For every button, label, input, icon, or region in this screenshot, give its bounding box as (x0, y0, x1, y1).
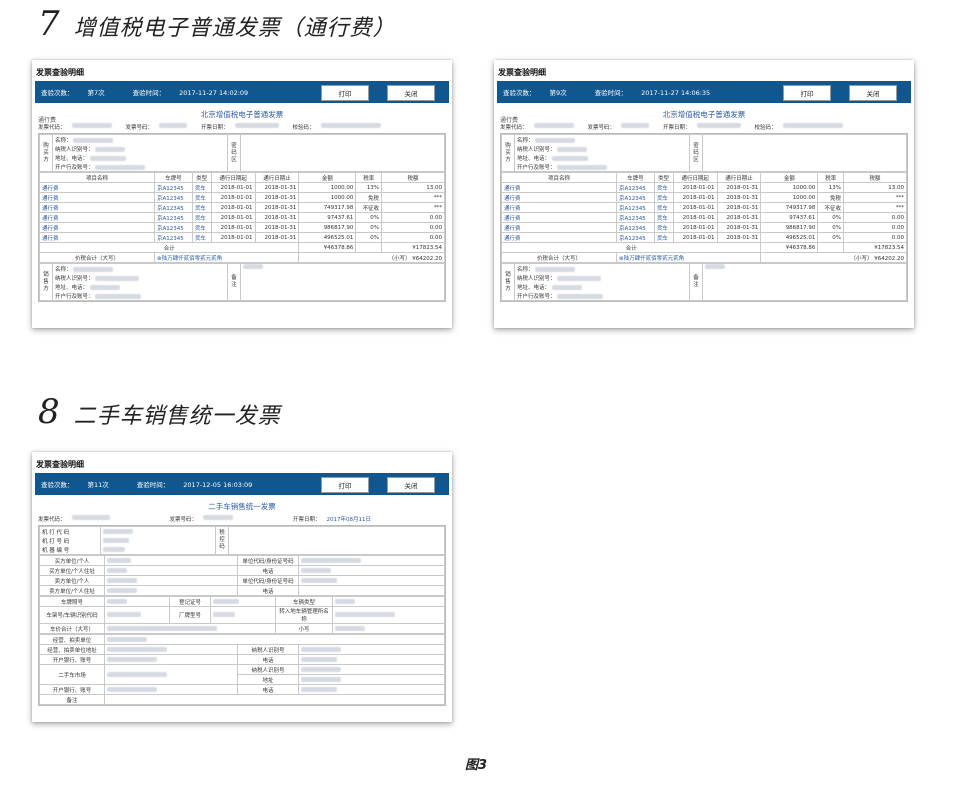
close-button[interactable]: 关闭 (849, 85, 897, 101)
section-number: 8 (38, 392, 60, 432)
query-count: 查验次数： 第11次 (41, 481, 109, 489)
table-row: 通行费 京A12345 货车 2018-01-01 2018-01-31 1000.00 免… (501, 192, 907, 203)
section-heading: 二手车销售统一发票 (73, 404, 281, 429)
total-row: 合计 ¥46378.86 ¥17823.54 (500, 242, 907, 253)
invoice-tag: 通行费 (500, 117, 519, 124)
query-bar: 查验次数： 第9次 查验时间： 2017-11-27 14:06:35 打印 关闭 (497, 81, 911, 103)
query-time: 查验时间： 2017-11-27 14:06:35 (594, 89, 711, 97)
card-header: 发票查验明细 (36, 68, 84, 77)
table-row: 通行费 京A12345 货车 2018-01-01 2018-01-31 986817.9… (39, 222, 445, 233)
section-title-toll: 7 增值税电子普通发票（通行费） (38, 4, 396, 44)
total-row: 合计 ¥46378.86 ¥17823.54 (38, 242, 445, 253)
invoice-meta: 发票代码： 发票号码： 开票日期： 2017年08月11日 (38, 515, 372, 523)
close-button[interactable]: 关闭 (387, 85, 435, 101)
card-header: 发票查验明细 (498, 68, 546, 77)
invoice-table: 购买方 名称： 密码区 纳税人识别号： 地址、电话： 开户行及账号： 项目名称 … (500, 133, 908, 302)
invoice-title: 二手车销售统一发票 (208, 502, 276, 511)
note-label: 备注 (227, 263, 241, 301)
buyer-label: 购买方 (501, 134, 515, 172)
seller-label: 销售方 (501, 263, 515, 301)
query-time: 查验时间： 2017-12-05 16:03:09 (136, 481, 253, 489)
note-label: 备注 (689, 263, 703, 301)
section-title-usedcar: 8 二手车销售统一发票 (38, 392, 281, 432)
print-button[interactable]: 打印 (321, 85, 369, 101)
query-count: 查验次数： 第9次 (503, 89, 567, 97)
toll-invoice-card-1: 发票查验明细 查验次数： 第7次 查验时间： 2017-11-27 14:02:09… (32, 60, 452, 328)
table-row: 通行费 京A12345 货车 2018-01-01 2018-01-31 749317.9… (39, 202, 445, 213)
card-header: 发票查验明细 (36, 460, 84, 469)
table-row: 通行费 京A12345 货车 2018-01-01 2018-01-31 749317.9… (501, 202, 907, 213)
query-bar: 查验次数： 第11次 查验时间： 2017-12-05 16:03:09 打印 关闭 (35, 473, 449, 495)
password-area-label: 密码区 (689, 134, 703, 172)
sum-row: 价税合计（大写） ⊗陆万肆仟贰佰零贰元贰角 （小写） ¥64202.20 (39, 252, 445, 263)
usedcar-table: 机 打 代 码 税控码 机 打 号 码 机 器 编 号 买方单位/个人 单位代码/… (38, 525, 446, 706)
table-row: 通行费 京A12345 货车 2018-01-01 2018-01-31 986817.9… (501, 222, 907, 233)
section-heading: 增值税电子普通发票（通行费） (73, 16, 396, 41)
invoice-meta: 发票代码： 发票号码： 开票日期： 校验码： (494, 120, 914, 133)
sum-row: 价税合计（大写） ⊗陆万肆仟贰佰零贰元贰角 （小写） ¥64202.20 (501, 252, 907, 263)
invoice-title: 北京增值税电子普通发票 (200, 110, 284, 119)
usedcar-invoice-card: 发票查验明细 查验次数： 第11次 查验时间： 2017-12-05 16:03:0… (32, 452, 452, 722)
section-number: 7 (38, 4, 60, 44)
print-button[interactable]: 打印 (321, 477, 369, 493)
table-row: 通行费 京A12345 货车 2018-01-01 2018-01-31 1000.00 1… (39, 182, 445, 193)
query-count: 查验次数： 第7次 (41, 89, 105, 97)
tax-control-label: 税控码 (215, 526, 229, 555)
table-row: 通行费 京A12345 货车 2018-01-01 2018-01-31 1000.00 1… (501, 182, 907, 193)
invoice-meta: 发票代码： 发票号码： 开票日期： 校验码： (32, 120, 452, 133)
items-table: 项目名称 车牌号 类型 通行日期起 通行日期止 金额 税率 税额 通行费 京A12… (500, 172, 907, 263)
invoice-tag: 通行费 (38, 117, 57, 124)
seller-label: 销售方 (39, 263, 53, 301)
invoice-table: 购买方 名称： 密码区 纳税人识别号： 地址、电话： 开户行及账号： 项目名称 … (38, 133, 446, 302)
password-area-label: 密码区 (227, 134, 241, 172)
table-row: 通行费 京A12345 货车 2018-01-01 2018-01-31 1000.00 免… (39, 192, 445, 203)
table-row: 通行费 京A12345 货车 2018-01-01 2018-01-31 496525.0… (501, 232, 907, 243)
close-button[interactable]: 关闭 (387, 477, 435, 493)
table-row: 通行费 京A12345 货车 2018-01-01 2018-01-31 496525.0… (39, 232, 445, 243)
table-row: 通行费 京A12345 货车 2018-01-01 2018-01-31 97437.61… (39, 212, 445, 223)
toll-invoice-card-2: 发票查验明细 查验次数： 第9次 查验时间： 2017-11-27 14:06:35… (494, 60, 914, 328)
table-row: 通行费 京A12345 货车 2018-01-01 2018-01-31 97437.61… (501, 212, 907, 223)
query-bar: 查验次数： 第7次 查验时间： 2017-11-27 14:02:09 打印 关闭 (35, 81, 449, 103)
query-time: 查验时间： 2017-11-27 14:02:09 (132, 89, 249, 97)
items-table: 项目名称 车牌号 类型 通行日期起 通行日期止 金额 税率 税额 通行费 京A12… (38, 172, 445, 263)
figure-caption: 图3 (465, 758, 488, 773)
invoice-title: 北京增值税电子普通发票 (662, 110, 746, 119)
print-button[interactable]: 打印 (783, 85, 831, 101)
buyer-label: 购买方 (39, 134, 53, 172)
